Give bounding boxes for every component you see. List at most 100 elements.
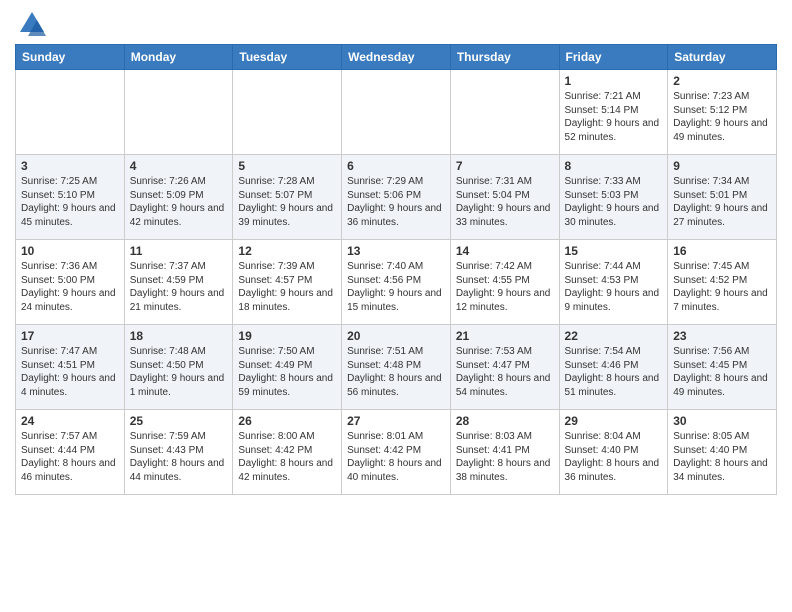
day-number: 29 <box>565 414 663 428</box>
day-number: 1 <box>565 74 663 88</box>
day-number: 12 <box>238 244 336 258</box>
calendar-cell <box>450 70 559 155</box>
day-number: 27 <box>347 414 445 428</box>
calendar-cell: 5 Sunrise: 7:28 AM Sunset: 5:07 PM Daylig… <box>233 155 342 240</box>
weekday-sunday: Sunday <box>16 45 125 70</box>
day-number: 21 <box>456 329 554 343</box>
day-number: 4 <box>130 159 228 173</box>
day-number: 10 <box>21 244 119 258</box>
day-info: Sunrise: 7:44 AM Sunset: 4:53 PM Dayligh… <box>565 260 663 314</box>
day-info: Sunrise: 7:40 AM Sunset: 4:56 PM Dayligh… <box>347 260 445 314</box>
day-number: 15 <box>565 244 663 258</box>
calendar-cell <box>124 70 233 155</box>
week-row-4: 17 Sunrise: 7:47 AM Sunset: 4:51 PM Dayli… <box>16 325 777 410</box>
day-info: Sunrise: 7:45 AM Sunset: 4:52 PM Dayligh… <box>673 260 771 314</box>
day-info: Sunrise: 7:26 AM Sunset: 5:09 PM Dayligh… <box>130 175 228 229</box>
day-number: 8 <box>565 159 663 173</box>
weekday-saturday: Saturday <box>668 45 777 70</box>
calendar-cell <box>342 70 451 155</box>
day-number: 25 <box>130 414 228 428</box>
calendar-cell: 27 Sunrise: 8:01 AM Sunset: 4:42 PM Dayli… <box>342 410 451 495</box>
calendar-table: SundayMondayTuesdayWednesdayThursdayFrid… <box>15 44 777 495</box>
calendar-cell: 25 Sunrise: 7:59 AM Sunset: 4:43 PM Dayli… <box>124 410 233 495</box>
day-info: Sunrise: 7:48 AM Sunset: 4:50 PM Dayligh… <box>130 345 228 399</box>
weekday-wednesday: Wednesday <box>342 45 451 70</box>
calendar-cell: 28 Sunrise: 8:03 AM Sunset: 4:41 PM Dayli… <box>450 410 559 495</box>
week-row-3: 10 Sunrise: 7:36 AM Sunset: 5:00 PM Dayli… <box>16 240 777 325</box>
calendar-cell: 10 Sunrise: 7:36 AM Sunset: 5:00 PM Dayli… <box>16 240 125 325</box>
calendar-cell: 1 Sunrise: 7:21 AM Sunset: 5:14 PM Daylig… <box>559 70 668 155</box>
day-info: Sunrise: 7:21 AM Sunset: 5:14 PM Dayligh… <box>565 90 663 144</box>
day-info: Sunrise: 8:01 AM Sunset: 4:42 PM Dayligh… <box>347 430 445 484</box>
day-info: Sunrise: 8:05 AM Sunset: 4:40 PM Dayligh… <box>673 430 771 484</box>
day-number: 24 <box>21 414 119 428</box>
day-info: Sunrise: 7:34 AM Sunset: 5:01 PM Dayligh… <box>673 175 771 229</box>
day-info: Sunrise: 7:37 AM Sunset: 4:59 PM Dayligh… <box>130 260 228 314</box>
week-row-1: 1 Sunrise: 7:21 AM Sunset: 5:14 PM Daylig… <box>16 70 777 155</box>
calendar-cell <box>233 70 342 155</box>
weekday-friday: Friday <box>559 45 668 70</box>
calendar-cell: 12 Sunrise: 7:39 AM Sunset: 4:57 PM Dayli… <box>233 240 342 325</box>
calendar-cell: 8 Sunrise: 7:33 AM Sunset: 5:03 PM Daylig… <box>559 155 668 240</box>
calendar-cell: 11 Sunrise: 7:37 AM Sunset: 4:59 PM Dayli… <box>124 240 233 325</box>
calendar-cell: 21 Sunrise: 7:53 AM Sunset: 4:47 PM Dayli… <box>450 325 559 410</box>
weekday-thursday: Thursday <box>450 45 559 70</box>
logo <box>15 10 46 38</box>
week-row-5: 24Sunrise: 7:57 AM Sunset: 4:44 PM Dayli… <box>16 410 777 495</box>
calendar-cell: 18Sunrise: 7:48 AM Sunset: 4:50 PM Dayli… <box>124 325 233 410</box>
calendar-cell: 9 Sunrise: 7:34 AM Sunset: 5:01 PM Daylig… <box>668 155 777 240</box>
day-number: 7 <box>456 159 554 173</box>
calendar-cell: 17 Sunrise: 7:47 AM Sunset: 4:51 PM Dayli… <box>16 325 125 410</box>
day-number: 14 <box>456 244 554 258</box>
calendar-cell: 23 Sunrise: 7:56 AM Sunset: 4:45 PM Dayli… <box>668 325 777 410</box>
header <box>15 10 777 38</box>
day-number: 16 <box>673 244 771 258</box>
day-info: Sunrise: 8:03 AM Sunset: 4:41 PM Dayligh… <box>456 430 554 484</box>
day-info: Sunrise: 8:00 AM Sunset: 4:42 PM Dayligh… <box>238 430 336 484</box>
day-number: 9 <box>673 159 771 173</box>
calendar-cell: 2Sunrise: 7:23 AM Sunset: 5:12 PM Daylig… <box>668 70 777 155</box>
day-number: 17 <box>21 329 119 343</box>
week-row-2: 3Sunrise: 7:25 AM Sunset: 5:10 PM Daylig… <box>16 155 777 240</box>
weekday-header-row: SundayMondayTuesdayWednesdayThursdayFrid… <box>16 45 777 70</box>
calendar-cell: 15 Sunrise: 7:44 AM Sunset: 4:53 PM Dayli… <box>559 240 668 325</box>
day-number: 5 <box>238 159 336 173</box>
day-info: Sunrise: 7:54 AM Sunset: 4:46 PM Dayligh… <box>565 345 663 399</box>
day-number: 3 <box>21 159 119 173</box>
day-info: Sunrise: 7:28 AM Sunset: 5:07 PM Dayligh… <box>238 175 336 229</box>
page: SundayMondayTuesdayWednesdayThursdayFrid… <box>0 0 792 612</box>
day-number: 26 <box>238 414 336 428</box>
calendar-cell: 19Sunrise: 7:50 AM Sunset: 4:49 PM Dayli… <box>233 325 342 410</box>
day-number: 23 <box>673 329 771 343</box>
calendar-cell: 24Sunrise: 7:57 AM Sunset: 4:44 PM Dayli… <box>16 410 125 495</box>
day-number: 30 <box>673 414 771 428</box>
day-info: Sunrise: 7:36 AM Sunset: 5:00 PM Dayligh… <box>21 260 119 314</box>
day-number: 2 <box>673 74 771 88</box>
day-info: Sunrise: 8:04 AM Sunset: 4:40 PM Dayligh… <box>565 430 663 484</box>
weekday-tuesday: Tuesday <box>233 45 342 70</box>
day-info: Sunrise: 7:53 AM Sunset: 4:47 PM Dayligh… <box>456 345 554 399</box>
calendar-cell: 7Sunrise: 7:31 AM Sunset: 5:04 PM Daylig… <box>450 155 559 240</box>
calendar-cell: 22 Sunrise: 7:54 AM Sunset: 4:46 PM Dayli… <box>559 325 668 410</box>
day-info: Sunrise: 7:39 AM Sunset: 4:57 PM Dayligh… <box>238 260 336 314</box>
calendar-cell: 14Sunrise: 7:42 AM Sunset: 4:55 PM Dayli… <box>450 240 559 325</box>
calendar-cell: 6 Sunrise: 7:29 AM Sunset: 5:06 PM Daylig… <box>342 155 451 240</box>
day-number: 28 <box>456 414 554 428</box>
day-number: 11 <box>130 244 228 258</box>
day-info: Sunrise: 7:59 AM Sunset: 4:43 PM Dayligh… <box>130 430 228 484</box>
calendar-cell <box>16 70 125 155</box>
day-info: Sunrise: 7:50 AM Sunset: 4:49 PM Dayligh… <box>238 345 336 399</box>
calendar-cell: 16 Sunrise: 7:45 AM Sunset: 4:52 PM Dayli… <box>668 240 777 325</box>
calendar-cell: 30 Sunrise: 8:05 AM Sunset: 4:40 PM Dayli… <box>668 410 777 495</box>
day-info: Sunrise: 7:51 AM Sunset: 4:48 PM Dayligh… <box>347 345 445 399</box>
day-info: Sunrise: 7:56 AM Sunset: 4:45 PM Dayligh… <box>673 345 771 399</box>
day-number: 6 <box>347 159 445 173</box>
day-info: Sunrise: 7:29 AM Sunset: 5:06 PM Dayligh… <box>347 175 445 229</box>
calendar-cell: 26 Sunrise: 8:00 AM Sunset: 4:42 PM Dayli… <box>233 410 342 495</box>
day-info: Sunrise: 7:47 AM Sunset: 4:51 PM Dayligh… <box>21 345 119 399</box>
day-number: 22 <box>565 329 663 343</box>
day-info: Sunrise: 7:33 AM Sunset: 5:03 PM Dayligh… <box>565 175 663 229</box>
calendar-cell: 4 Sunrise: 7:26 AM Sunset: 5:09 PM Daylig… <box>124 155 233 240</box>
logo-icon <box>18 10 46 38</box>
day-number: 13 <box>347 244 445 258</box>
